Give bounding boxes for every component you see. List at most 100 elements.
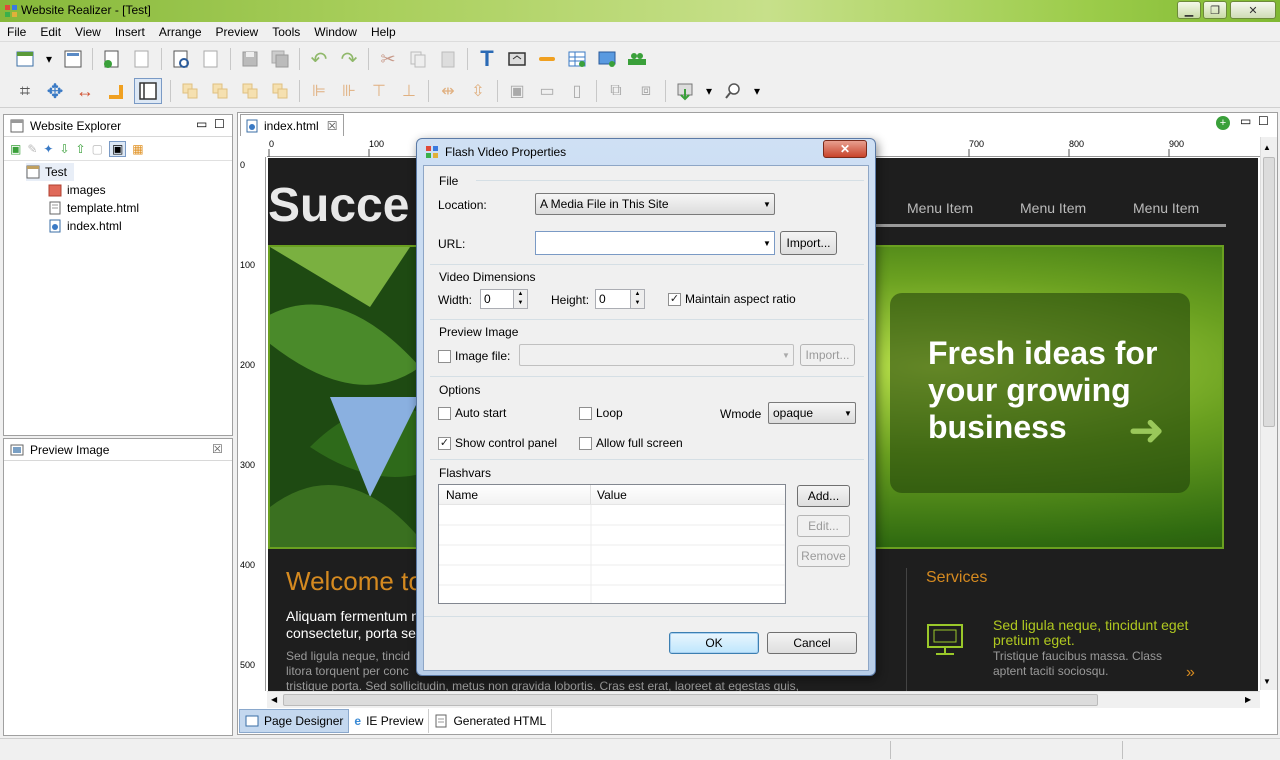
site-menu-item[interactable]: Menu Item bbox=[907, 200, 973, 216]
tree-item-index[interactable]: index.html bbox=[26, 217, 232, 235]
spin-up-icon[interactable]: ▲ bbox=[518, 290, 524, 299]
panel-maximize-icon[interactable]: ☐ bbox=[214, 117, 225, 131]
redo-icon[interactable]: ↷ bbox=[338, 48, 360, 71]
vertical-scrollbar[interactable]: ▲ ▼ bbox=[1260, 137, 1277, 690]
users-tool-icon[interactable] bbox=[626, 48, 648, 70]
menu-view[interactable]: View bbox=[68, 25, 108, 39]
bring-front-icon[interactable] bbox=[179, 80, 201, 102]
editor-minimize-icon[interactable]: ▭ bbox=[1240, 114, 1251, 128]
send-backward-icon[interactable] bbox=[269, 80, 291, 102]
export-icon[interactable] bbox=[674, 80, 696, 102]
height-input[interactable]: 0 bbox=[595, 289, 631, 309]
url-combobox[interactable]: ▼ bbox=[535, 231, 775, 255]
same-height-icon[interactable]: ▯ bbox=[566, 80, 588, 102]
dialog-close-button[interactable]: ✕ bbox=[823, 140, 867, 158]
move-icon[interactable]: ✥ bbox=[44, 80, 66, 103]
center-vertical-icon[interactable]: ⇳ bbox=[467, 80, 489, 102]
editor-maximize-icon[interactable]: ☐ bbox=[1258, 114, 1269, 128]
dropdown-arrow-icon[interactable]: ▼ bbox=[760, 239, 774, 248]
image-file-select[interactable]: ▼ bbox=[519, 344, 794, 366]
column-header-value[interactable]: Value bbox=[591, 485, 633, 504]
same-size-icon[interactable]: ▣ bbox=[506, 80, 528, 102]
menu-arrange[interactable]: Arrange bbox=[152, 25, 209, 39]
zoom-icon[interactable] bbox=[722, 80, 744, 102]
layout-mode-icon[interactable] bbox=[134, 78, 162, 104]
cut-icon[interactable]: ✂ bbox=[377, 48, 399, 70]
save-icon[interactable] bbox=[239, 48, 261, 70]
text-tool-icon[interactable]: T bbox=[476, 46, 498, 71]
align-left-icon[interactable]: ⊫ bbox=[308, 80, 330, 102]
menu-insert[interactable]: Insert bbox=[108, 25, 152, 39]
cancel-button[interactable]: Cancel bbox=[767, 632, 857, 654]
tree-root[interactable]: Test bbox=[26, 163, 74, 181]
save-all-icon[interactable] bbox=[269, 48, 291, 70]
loop-checkbox[interactable]: Loop bbox=[579, 406, 623, 420]
site-menu-item[interactable]: Menu Item bbox=[1133, 200, 1199, 216]
scroll-right-icon[interactable]: ▶ bbox=[1245, 695, 1251, 704]
copy-icon[interactable] bbox=[407, 48, 429, 70]
close-panel-icon[interactable]: ☒ bbox=[212, 442, 223, 456]
align-top-icon[interactable]: ⊤ bbox=[368, 80, 390, 102]
menu-window[interactable]: Window bbox=[307, 25, 364, 39]
asset-icon[interactable]: ▦ bbox=[132, 142, 143, 156]
ungroup-icon[interactable]: ⧈ bbox=[635, 80, 657, 102]
show-control-panel-checkbox[interactable]: ✓ Show control panel bbox=[438, 436, 557, 450]
align-right-icon[interactable]: ⊪ bbox=[338, 80, 360, 102]
url-import-button[interactable]: Import... bbox=[780, 231, 837, 255]
import-icon[interactable]: ⇩ bbox=[59, 142, 69, 156]
horizontal-scrollbar[interactable]: ◀ ▶ bbox=[267, 691, 1260, 708]
location-select[interactable]: A Media File in This Site ▼ bbox=[535, 193, 775, 215]
scroll-thumb[interactable] bbox=[283, 694, 1098, 706]
bring-forward-icon[interactable] bbox=[239, 80, 261, 102]
align-bottom-icon[interactable]: ⊥ bbox=[398, 80, 420, 102]
image-import-button[interactable]: Import... bbox=[800, 344, 855, 366]
more-arrow-icon[interactable]: » bbox=[1186, 664, 1195, 682]
image-file-checkbox[interactable]: Image file: bbox=[438, 349, 510, 363]
wmode-select[interactable]: opaque ▼ bbox=[768, 402, 856, 424]
tab-ie-preview[interactable]: e IE Preview bbox=[349, 709, 430, 733]
add-page-icon[interactable] bbox=[101, 48, 123, 70]
site-menu-item[interactable]: Menu Item bbox=[1020, 200, 1086, 216]
remove-flashvar-button[interactable]: Remove bbox=[797, 545, 850, 567]
scroll-thumb[interactable] bbox=[1263, 157, 1275, 427]
paste-icon[interactable] bbox=[437, 48, 459, 70]
close-tab-icon[interactable]: ☒ bbox=[327, 119, 338, 133]
scroll-down-icon[interactable]: ▼ bbox=[1263, 677, 1271, 686]
properties-icon[interactable]: ✦ bbox=[43, 142, 53, 156]
close-button[interactable]: ✕ bbox=[1230, 1, 1276, 19]
scroll-up-icon[interactable]: ▲ bbox=[1263, 143, 1271, 152]
same-width-icon[interactable]: ▭ bbox=[536, 80, 558, 102]
grid-icon[interactable]: ⌗ bbox=[14, 80, 36, 102]
spin-down-icon[interactable]: ▼ bbox=[635, 299, 641, 308]
flashvars-table[interactable]: Name Value bbox=[438, 484, 786, 604]
auto-start-checkbox[interactable]: Auto start bbox=[438, 406, 506, 420]
image-tool-icon[interactable] bbox=[506, 48, 528, 70]
dropdown-arrow-icon[interactable]: ▾ bbox=[704, 80, 714, 102]
tab-page-designer[interactable]: Page Designer bbox=[239, 709, 350, 733]
table-tool-icon[interactable] bbox=[566, 48, 588, 70]
maintain-aspect-checkbox[interactable]: ✓ Maintain aspect ratio bbox=[668, 292, 796, 306]
tab-index-html[interactable]: index.html ☒ bbox=[240, 114, 344, 136]
minimize-button[interactable]: ▁ bbox=[1177, 1, 1201, 19]
allow-fullscreen-checkbox[interactable]: Allow full screen bbox=[579, 436, 683, 450]
ok-button[interactable]: OK bbox=[669, 632, 759, 654]
group-icon[interactable]: ⧉ bbox=[605, 80, 627, 102]
add-flashvar-button[interactable]: Add... bbox=[797, 485, 850, 507]
tree-item-images[interactable]: images bbox=[26, 181, 232, 199]
new-folder-icon[interactable]: ▣ bbox=[10, 142, 21, 156]
panel-minimize-icon[interactable]: ▭ bbox=[196, 117, 207, 131]
page-properties-icon[interactable] bbox=[62, 48, 84, 70]
column-header-name[interactable]: Name bbox=[439, 485, 591, 504]
edit-icon[interactable]: ✎ bbox=[27, 142, 37, 156]
menu-edit[interactable]: Edit bbox=[33, 25, 68, 39]
height-spinner[interactable]: ▲ ▼ bbox=[631, 289, 645, 309]
width-spinner[interactable]: ▲ ▼ bbox=[514, 289, 528, 309]
menu-tools[interactable]: Tools bbox=[265, 25, 307, 39]
menu-preview[interactable]: Preview bbox=[209, 25, 266, 39]
add-icon[interactable]: + bbox=[1216, 116, 1230, 130]
corner-icon[interactable] bbox=[104, 80, 126, 102]
send-back-icon[interactable] bbox=[209, 80, 231, 102]
new-page-icon[interactable] bbox=[14, 48, 36, 70]
maximize-button[interactable]: ❐ bbox=[1203, 1, 1227, 19]
spin-up-icon[interactable]: ▲ bbox=[635, 290, 641, 299]
